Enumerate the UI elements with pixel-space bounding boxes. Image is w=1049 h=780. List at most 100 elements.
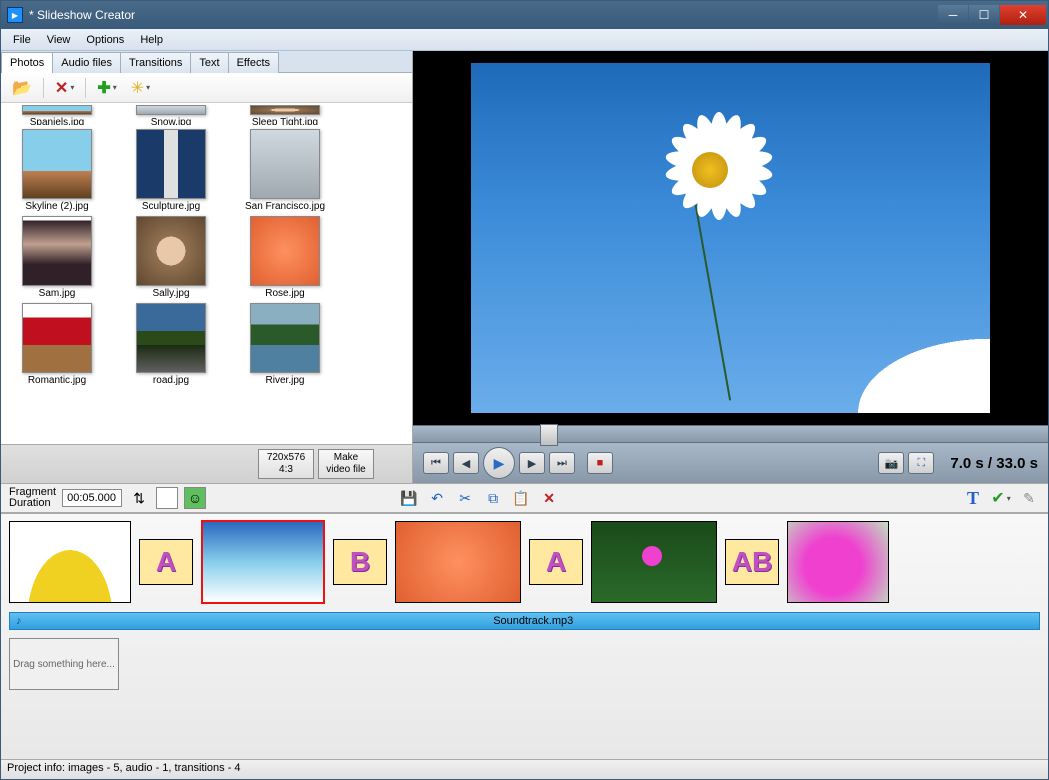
maximize-button[interactable]: ☐ <box>969 5 999 25</box>
play-button[interactable]: ▶ <box>483 447 515 479</box>
delete-button[interactable]: ✕▾ <box>50 75 79 101</box>
undo-button[interactable]: ↶ <box>426 487 448 509</box>
thumbnail-image <box>250 129 320 199</box>
timeline-toolbar: Fragment Duration ⇅ ☺ 💾 ↶ ✂ ⧉ 📋 ✕ T ✔▾ ✎ <box>1 483 1048 513</box>
timeline-frame[interactable] <box>201 520 325 604</box>
remove-icon: ✕ <box>543 490 555 507</box>
media-panel: Photos Audio files Transitions Text Effe… <box>1 51 413 483</box>
snapshot-button[interactable]: 📷 <box>878 452 904 474</box>
sun-effect-button[interactable]: ✳▾ <box>126 75 155 101</box>
photo-thumbnail[interactable]: road.jpg <box>121 303 221 386</box>
prev-frame-button[interactable]: ◀ <box>453 452 479 474</box>
camera-icon: 📷 <box>885 457 899 470</box>
photo-thumbnail[interactable]: Sculpture.jpg <box>121 129 221 212</box>
brush-button[interactable]: ✎ <box>1018 487 1040 509</box>
photos-toolbar: 📂 ✕▾ ✚▾ ✳▾ <box>1 73 412 103</box>
fullscreen-button[interactable]: ⛶ <box>908 452 934 474</box>
fragment-duration-input[interactable] <box>62 489 122 507</box>
photo-thumbnail[interactable]: Snow.jpg <box>121 105 221 125</box>
thumbnail-label: Sleep Tight.jpg <box>235 117 335 125</box>
title-bar[interactable]: * Slideshow Creator ─ ☐ ✕ <box>1 1 1048 29</box>
resolution-button[interactable]: 720x576 4:3 <box>258 449 314 479</box>
copy-icon: ⧉ <box>488 490 498 507</box>
photo-thumbnail[interactable]: Spaniels.jpg <box>7 105 107 125</box>
open-folder-button[interactable]: 📂 <box>7 75 37 101</box>
playback-controls: ⏮ ◀ ▶ ▶ ⏭ ■ 📷 ⛶ 7.0 s / 33.0 s <box>413 443 1048 483</box>
add-button[interactable]: ✚▾ <box>92 75 121 101</box>
close-button[interactable]: ✕ <box>1000 5 1046 25</box>
thumbnail-label: Romantic.jpg <box>7 375 107 386</box>
drop-target[interactable]: Drag something here... <box>9 638 119 690</box>
text-tool-button[interactable]: T <box>962 487 984 509</box>
transition-item[interactable]: AB <box>725 539 779 585</box>
status-bar: Project info: images - 5, audio - 1, tra… <box>1 759 1048 779</box>
photo-thumbnail[interactable]: San Francisco.jpg <box>235 129 335 212</box>
thumbnail-label: Sally.jpg <box>121 288 221 299</box>
thumbnail-image <box>250 105 320 115</box>
last-frame-button[interactable]: ⏭ <box>549 452 575 474</box>
menu-help[interactable]: Help <box>132 32 171 48</box>
thumbnail-image <box>136 216 206 286</box>
photo-thumbnail[interactable]: Sam.jpg <box>7 216 107 299</box>
timeline-frame[interactable] <box>787 521 889 603</box>
transition-item[interactable]: A <box>529 539 583 585</box>
thumbnail-image <box>136 303 206 373</box>
sync-icon: ⇅ <box>133 490 145 507</box>
photo-thumbnail[interactable]: River.jpg <box>235 303 335 386</box>
paste-icon: 📋 <box>512 490 529 507</box>
paste-button[interactable]: 📋 <box>510 487 532 509</box>
thumbnail-image <box>22 129 92 199</box>
media-tabs: Photos Audio files Transitions Text Effe… <box>1 51 412 73</box>
seek-bar[interactable] <box>413 425 1048 443</box>
apply-button[interactable]: ✔▾ <box>990 487 1012 509</box>
duration-sync-button[interactable]: ⇅ <box>128 487 150 509</box>
thumbnail-label: Sam.jpg <box>7 288 107 299</box>
cut-button[interactable]: ✂ <box>454 487 476 509</box>
tab-transitions[interactable]: Transitions <box>120 52 191 73</box>
audio-track[interactable]: ♪ Soundtrack.mp3 <box>9 612 1040 630</box>
photo-grid[interactable]: Spaniels.jpg Snow.jpg Sleep Tight.jpg Skyli… <box>1 103 412 444</box>
menu-file[interactable]: File <box>5 32 39 48</box>
minimize-button[interactable]: ─ <box>938 5 968 25</box>
thumbnail-image <box>22 303 92 373</box>
remove-button[interactable]: ✕ <box>538 487 560 509</box>
photo-thumbnail[interactable]: Skyline (2).jpg <box>7 129 107 212</box>
thumbnail-label: Skyline (2).jpg <box>7 201 107 212</box>
tab-effects[interactable]: Effects <box>228 52 279 73</box>
menu-options[interactable]: Options <box>78 32 132 48</box>
tab-audio[interactable]: Audio files <box>52 52 121 73</box>
timeline-frame[interactable] <box>591 521 717 603</box>
seek-thumb[interactable] <box>540 424 558 446</box>
thumbnail-label: Spaniels.jpg <box>7 117 107 125</box>
transition-item[interactable]: B <box>333 539 387 585</box>
tab-photos[interactable]: Photos <box>1 52 53 73</box>
tab-text[interactable]: Text <box>190 52 228 73</box>
thumbnail-label: River.jpg <box>235 375 335 386</box>
scissors-icon: ✂ <box>459 490 471 507</box>
face-crop-button[interactable]: ☺ <box>184 487 206 509</box>
transition-item[interactable]: A <box>139 539 193 585</box>
menu-bar: File View Options Help <box>1 29 1048 51</box>
playback-time: 7.0 s / 33.0 s <box>950 455 1038 472</box>
photo-thumbnail[interactable]: Romantic.jpg <box>7 303 107 386</box>
photo-thumbnail[interactable]: Sally.jpg <box>121 216 221 299</box>
thumbnail-label: Snow.jpg <box>121 117 221 125</box>
make-video-button[interactable]: Make video file <box>318 449 374 479</box>
photo-thumbnail[interactable]: Sleep Tight.jpg <box>235 105 335 125</box>
blank-frame-button[interactable] <box>156 487 178 509</box>
copy-button[interactable]: ⧉ <box>482 487 504 509</box>
fullscreen-icon: ⛶ <box>918 457 926 470</box>
timeline-frame[interactable] <box>395 521 521 603</box>
timeline-frame[interactable] <box>9 521 131 603</box>
photo-thumbnail[interactable]: Rose.jpg <box>235 216 335 299</box>
first-frame-button[interactable]: ⏮ <box>423 452 449 474</box>
save-button[interactable]: 💾 <box>398 487 420 509</box>
stop-button[interactable]: ■ <box>587 452 613 474</box>
main-window: * Slideshow Creator ─ ☐ ✕ File View Opti… <box>0 0 1049 780</box>
thumbnail-label: Sculpture.jpg <box>121 201 221 212</box>
brush-icon: ✎ <box>1023 490 1035 507</box>
thumbnail-label: San Francisco.jpg <box>235 201 335 212</box>
video-track[interactable]: A B A AB <box>1 514 1048 610</box>
menu-view[interactable]: View <box>39 32 79 48</box>
next-frame-button[interactable]: ▶ <box>519 452 545 474</box>
